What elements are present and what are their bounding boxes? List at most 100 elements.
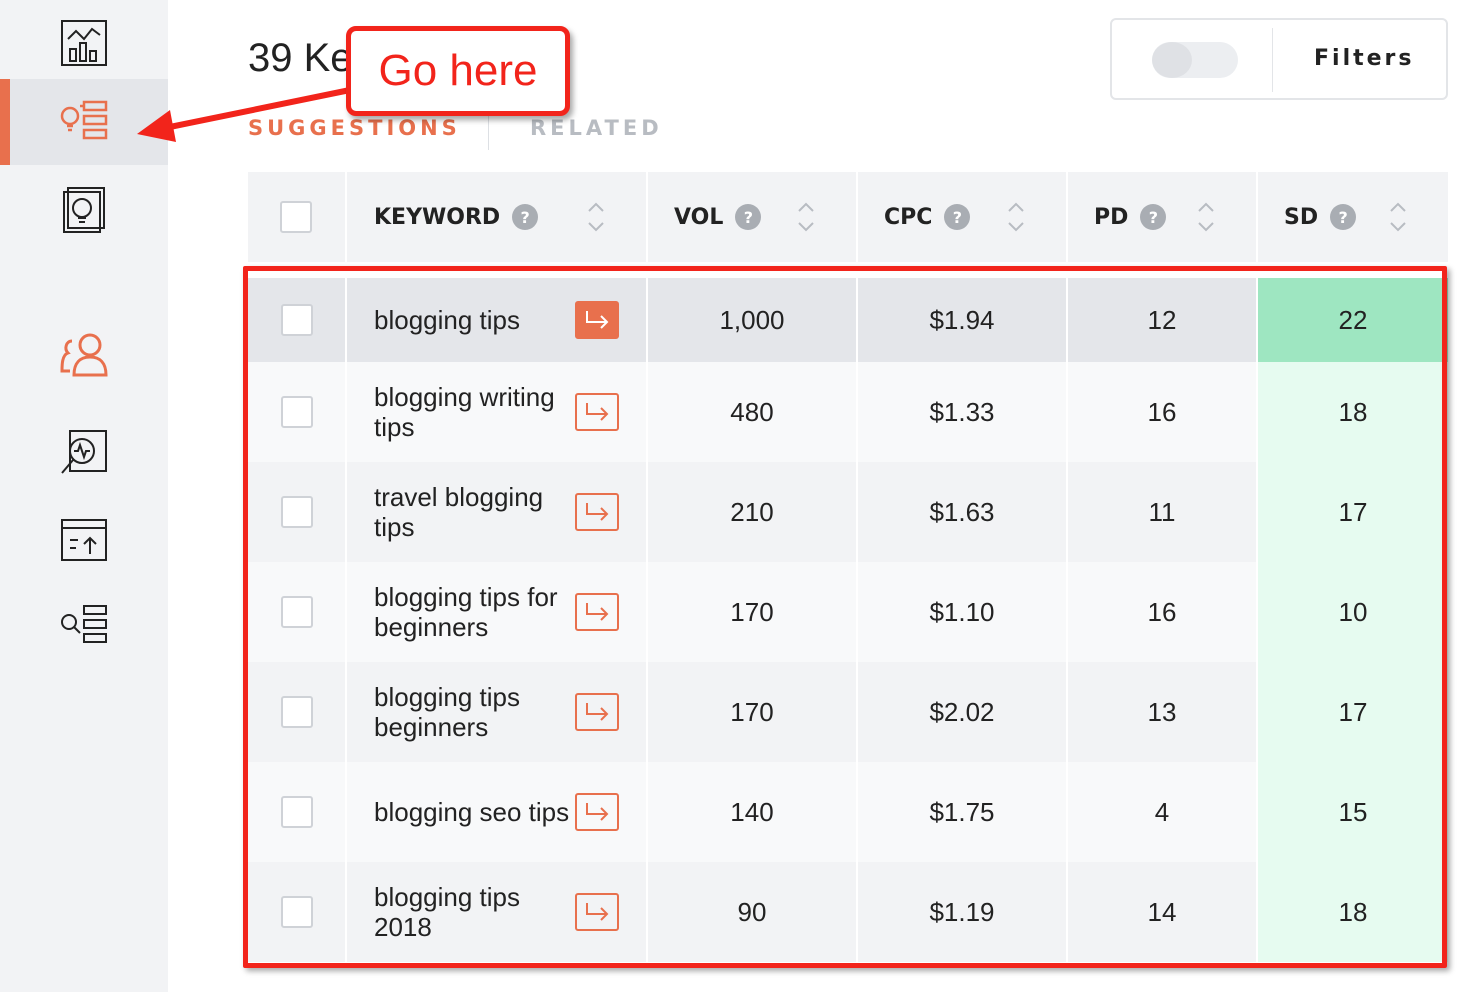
tab-suggestions[interactable]: SUGGESTIONS xyxy=(248,116,461,140)
row-select-cell xyxy=(248,278,345,362)
pd-cell: 12 xyxy=(1068,278,1256,362)
column-divider xyxy=(1066,172,1068,262)
help-icon[interactable]: ? xyxy=(944,204,971,230)
keyword-cell: blogging seo tips xyxy=(347,762,646,862)
column-header-keyword[interactable]: KEYWORD ? xyxy=(374,172,539,262)
table-row[interactable]: travel blogging tips 210 $1.63 11 17 xyxy=(248,462,1448,562)
table-row[interactable]: blogging tips 2018 90 $1.19 14 18 xyxy=(248,862,1448,962)
arrow-right-icon xyxy=(586,603,609,621)
sort-icon[interactable] xyxy=(1006,200,1026,234)
cpc-cell: $2.02 xyxy=(858,662,1066,762)
select-all-checkbox[interactable] xyxy=(280,201,312,233)
table-row[interactable]: blogging tips 1,000 $1.94 12 22 xyxy=(248,278,1448,362)
keyword-text[interactable]: blogging writing tips xyxy=(374,382,574,442)
sd-cell: 18 xyxy=(1258,862,1448,962)
column-label-vol: VOL xyxy=(674,204,724,230)
table-row[interactable]: blogging writing tips 480 $1.33 16 18 xyxy=(248,362,1448,462)
sd-cell: 15 xyxy=(1258,762,1448,862)
pd-cell: 11 xyxy=(1068,462,1256,562)
pd-cell: 4 xyxy=(1068,762,1256,862)
users-icon xyxy=(60,333,108,377)
keyword-cell: travel blogging tips xyxy=(347,462,646,562)
help-icon[interactable]: ? xyxy=(1330,204,1357,230)
row-select-cell xyxy=(248,762,345,862)
row-checkbox[interactable] xyxy=(280,796,313,828)
column-header-pd[interactable]: PD ? xyxy=(1094,172,1167,262)
table-row[interactable]: blogging tips for beginners 170 $1.10 16 10 xyxy=(248,562,1448,662)
keyword-text[interactable]: blogging seo tips xyxy=(374,797,574,827)
filters-button[interactable]: Filters xyxy=(1314,46,1415,71)
vol-cell: 170 xyxy=(648,662,856,762)
sd-cell: 17 xyxy=(1258,462,1448,562)
keyword-text[interactable]: blogging tips 2018 xyxy=(374,882,574,942)
row-checkbox[interactable] xyxy=(280,896,313,928)
row-checkbox[interactable] xyxy=(280,596,313,628)
sidebar xyxy=(0,0,168,992)
row-checkbox[interactable] xyxy=(280,696,313,728)
row-select-cell xyxy=(248,462,345,562)
keyword-cell: blogging writing tips xyxy=(347,362,646,462)
keyword-text[interactable]: blogging tips xyxy=(374,305,574,335)
keyword-ideas-icon xyxy=(60,100,108,140)
row-select-cell xyxy=(248,662,345,762)
help-icon[interactable]: ? xyxy=(735,204,762,230)
sort-icon[interactable] xyxy=(586,200,606,234)
sort-icon[interactable] xyxy=(796,200,816,234)
tab-related[interactable]: RELATED xyxy=(530,116,663,140)
column-label-pd: PD xyxy=(1094,204,1129,230)
open-keyword-button[interactable] xyxy=(575,693,619,731)
vol-cell: 140 xyxy=(648,762,856,862)
vol-cell: 170 xyxy=(648,562,856,662)
pd-cell: 16 xyxy=(1068,562,1256,662)
cpc-cell: $1.10 xyxy=(858,562,1066,662)
open-keyword-button[interactable] xyxy=(575,793,619,831)
select-all-cell xyxy=(280,172,312,262)
keyword-text[interactable]: blogging tips for beginners xyxy=(374,582,574,642)
cpc-cell: $1.63 xyxy=(858,462,1066,562)
open-keyword-button[interactable] xyxy=(575,393,619,431)
sidebar-item-overview[interactable] xyxy=(0,0,168,86)
page-title: 39 Ke xyxy=(248,36,353,80)
filters-toggle[interactable] xyxy=(1152,42,1238,78)
cpc-cell: $1.33 xyxy=(858,362,1066,462)
help-icon[interactable]: ? xyxy=(1140,204,1167,230)
pd-cell: 16 xyxy=(1068,362,1256,462)
sort-icon[interactable] xyxy=(1388,200,1408,234)
help-icon[interactable]: ? xyxy=(512,204,539,230)
column-header-cpc[interactable]: CPC ? xyxy=(884,172,971,262)
column-header-vol[interactable]: VOL ? xyxy=(674,172,762,262)
sidebar-item-users[interactable] xyxy=(0,310,168,396)
sidebar-item-content-ideas[interactable] xyxy=(0,165,168,251)
row-select-cell xyxy=(248,362,345,462)
row-checkbox[interactable] xyxy=(280,396,313,428)
sort-icon[interactable] xyxy=(1196,200,1216,234)
column-divider xyxy=(646,172,648,262)
keyword-text[interactable]: blogging tips beginners xyxy=(374,682,574,742)
row-checkbox[interactable] xyxy=(280,304,313,336)
keyword-cell: blogging tips xyxy=(347,278,646,362)
vol-cell: 1,000 xyxy=(648,278,856,362)
site-audit-icon xyxy=(61,430,107,474)
rank-tracking-icon xyxy=(61,519,107,561)
sidebar-item-site-audit[interactable] xyxy=(0,410,168,496)
table-row[interactable]: blogging seo tips 140 $1.75 4 15 xyxy=(248,762,1448,862)
column-header-sd[interactable]: SD ? xyxy=(1284,172,1357,262)
table-row[interactable]: blogging tips beginners 170 $2.02 13 17 xyxy=(248,662,1448,762)
sd-cell: 18 xyxy=(1258,362,1448,462)
open-keyword-button[interactable] xyxy=(575,493,619,531)
keyword-cell: blogging tips 2018 xyxy=(347,862,646,962)
row-select-cell xyxy=(248,562,345,662)
sidebar-item-keyword-ideas[interactable] xyxy=(0,79,168,165)
open-keyword-button[interactable] xyxy=(575,301,619,339)
sd-cell: 17 xyxy=(1258,662,1448,762)
table-header: KEYWORD ? VOL ? CPC ? PD ? SD ? xyxy=(248,172,1448,262)
row-checkbox[interactable] xyxy=(280,496,313,528)
open-keyword-button[interactable] xyxy=(575,893,619,931)
tab-divider xyxy=(488,110,489,150)
arrow-right-icon xyxy=(586,903,609,921)
open-keyword-button[interactable] xyxy=(575,593,619,631)
keyword-text[interactable]: travel blogging tips xyxy=(374,482,574,542)
column-divider xyxy=(856,172,858,262)
sidebar-item-keyword-lists[interactable] xyxy=(0,583,168,669)
sidebar-item-rank-tracking[interactable] xyxy=(0,497,168,583)
